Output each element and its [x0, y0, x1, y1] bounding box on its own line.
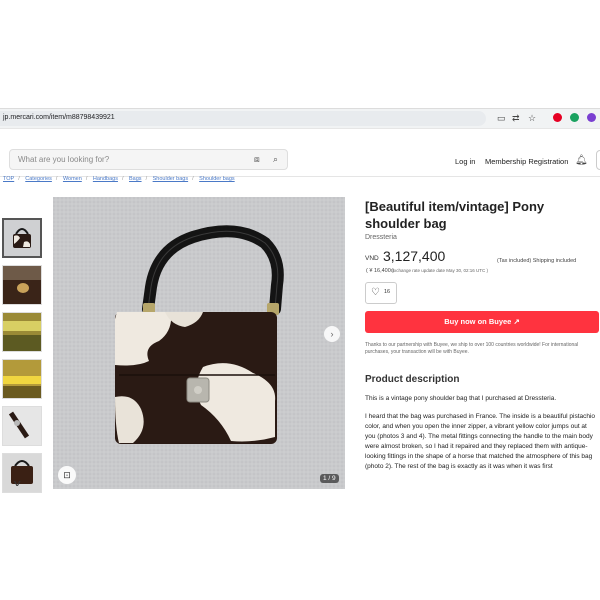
breadcrumb-item[interactable]: Bags — [129, 176, 142, 182]
account-button[interactable] — [596, 150, 600, 170]
translate-icon[interactable]: ⇄ — [512, 112, 520, 124]
thumbnail-1[interactable] — [2, 218, 42, 258]
chevron-down-icon[interactable]: v — [14, 478, 21, 488]
breadcrumb-item[interactable]: Women — [63, 176, 82, 182]
bookmark-star-icon[interactable]: ☆ — [528, 112, 536, 124]
login-link[interactable]: Log in — [455, 157, 475, 166]
image-search-icon[interactable]: ⧈ — [254, 153, 260, 165]
breadcrumb: TOP / Categories / Women / Handbags / Bags / … — [3, 176, 235, 182]
like-count: 16 — [384, 289, 391, 295]
breadcrumb-item[interactable]: Categories — [25, 176, 52, 182]
breadcrumb-item[interactable]: Handbags — [93, 176, 118, 182]
image-counter: 1 / 9 — [320, 474, 339, 483]
product-image — [53, 197, 345, 489]
thumbnail-2[interactable] — [2, 265, 42, 305]
site-header: What are you looking for? ⧈ ⌕ Log in Mem… — [0, 146, 600, 177]
url-text: jp.mercari.com/item/m88798439921 — [3, 114, 115, 121]
shop-name[interactable]: Dressteria — [365, 234, 397, 241]
buyee-partner-note: Thanks to our partnership with Buyee, we… — [365, 342, 579, 355]
search-icon[interactable]: ⌕ — [273, 153, 278, 165]
green-extension-icon[interactable] — [570, 113, 579, 122]
description-body: I heard that the bag was purchased in Fr… — [365, 413, 596, 470]
description-text: This is a vintage pony shoulder bag that… — [365, 394, 599, 492]
thumbnail-4[interactable] — [2, 359, 42, 399]
pinterest-extension-icon[interactable] — [553, 113, 562, 122]
breadcrumb-item[interactable]: TOP — [3, 176, 14, 182]
tax-note: (Tax included) Shipping included — [497, 258, 577, 264]
description-heading: Product description — [365, 374, 460, 385]
thumbnail-5[interactable] — [2, 406, 42, 446]
bell-icon[interactable]: 🔔︎ — [575, 155, 588, 166]
scan-icon[interactable]: ⊡ — [58, 466, 76, 484]
install-app-icon[interactable]: ▭ — [497, 112, 506, 124]
thumbnail-6[interactable] — [2, 453, 42, 493]
thumbnail-list — [2, 218, 42, 500]
description-intro: This is a vintage pony shoulder bag that… — [365, 395, 557, 402]
exchange-rate-note: Exchange rate update date May 30, 02:16 … — [391, 268, 489, 273]
search-placeholder: What are you looking for? — [18, 155, 110, 164]
next-image-button[interactable]: › — [324, 326, 340, 342]
like-button[interactable]: ♡ 16 — [365, 282, 397, 304]
price-currency: VND — [365, 255, 379, 262]
search-input[interactable]: What are you looking for? ⧈ ⌕ — [9, 149, 288, 170]
breadcrumb-item[interactable]: Shoulder bags — [199, 176, 234, 182]
url-field[interactable]: jp.mercari.com/item/m88798439921 — [0, 111, 486, 126]
membership-link[interactable]: Membership Registration — [485, 157, 568, 166]
product-title: [Beautiful item/vintage] Pony shoulder b… — [365, 199, 545, 231]
breadcrumb-item[interactable]: Shoulder bags — [153, 176, 188, 182]
heart-icon: ♡ — [371, 287, 380, 298]
thumbnail-3[interactable] — [2, 312, 42, 352]
purple-extension-icon[interactable] — [587, 113, 596, 122]
yen-price: ( ¥ 16,400 ) — [366, 268, 395, 274]
price: 3,127,400 — [383, 248, 446, 264]
browser-address-bar: jp.mercari.com/item/m88798439921 ▭ ⇄ ☆ — [0, 108, 600, 129]
buy-now-button[interactable]: Buy now on Buyee ↗ — [365, 311, 599, 333]
